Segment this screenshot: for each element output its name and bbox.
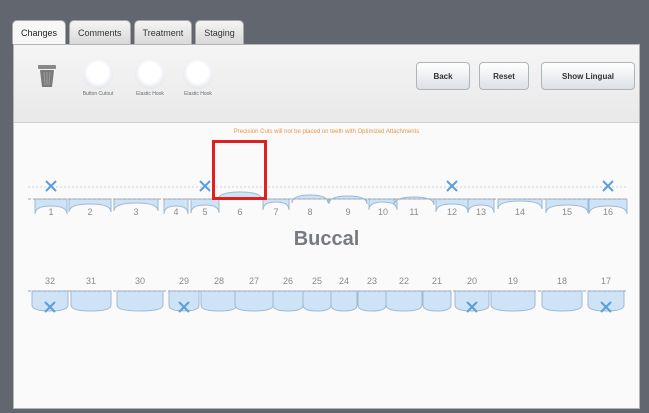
upper-tooth[interactable]: 3 — [113, 198, 159, 217]
lower-tooth[interactable]: 23 — [357, 276, 387, 312]
lower-tooth[interactable]: 31 — [70, 276, 112, 312]
tooth-number: 24 — [339, 276, 349, 286]
upper-tooth[interactable]: 11 — [393, 196, 435, 217]
tooth-number: 23 — [367, 276, 377, 286]
tooth-number: 31 — [86, 276, 96, 286]
tab-staging[interactable]: Staging — [195, 20, 244, 44]
attachment-x-icon — [602, 180, 614, 192]
tab-treatment[interactable]: Treatment — [133, 20, 193, 44]
tooth-number: 18 — [557, 276, 567, 286]
lower-tooth[interactable]: 27 — [234, 276, 274, 312]
upper-tooth[interactable]: 7 — [262, 198, 290, 217]
tooth-number: 8 — [307, 207, 312, 217]
tooth-crown — [541, 290, 583, 312]
tooth-crown — [200, 290, 238, 312]
lower-tooth[interactable]: 30 — [116, 276, 164, 312]
lower-tooth[interactable]: 19 — [490, 276, 536, 312]
changes-panel: Button Cutout Elastic Hook Elastic Hook … — [13, 44, 640, 409]
tooth-number: 16 — [603, 207, 613, 217]
selected-tooth-highlight — [212, 140, 267, 200]
tooth-number: 29 — [179, 276, 189, 286]
tab-comments[interactable]: Comments — [69, 20, 131, 44]
teeth-diagram: 1 2 3 4 5 6 7 8 9 10 11 12 13 14 15 16 32 31 30 29 28 27 26 25… — [28, 180, 628, 313]
lower-tooth[interactable]: 18 — [541, 276, 583, 312]
upper-tooth[interactable]: 10 — [368, 198, 398, 217]
tooth-number: 3 — [133, 207, 138, 217]
tab-bar: Changes Comments Treatment Staging — [12, 20, 244, 44]
tooth-crown — [357, 290, 387, 312]
upper-arch: 1 2 3 4 5 6 7 8 9 10 11 12 13 14 15 16 — [28, 180, 628, 217]
lower-tooth[interactable]: 17 — [587, 276, 625, 313]
tooth-crown — [490, 290, 536, 312]
lower-arch: 32 31 30 29 28 27 26 25 24 23 22 21 20 19 18 17 — [28, 276, 626, 313]
tooth-number: 5 — [202, 207, 207, 217]
lower-tooth[interactable]: 26 — [272, 276, 304, 312]
tooth-number: 2 — [87, 207, 92, 217]
tooth-number: 28 — [214, 276, 224, 286]
tooth-number: 15 — [562, 207, 572, 217]
attachment-x-icon — [45, 180, 57, 192]
tooth-number: 10 — [378, 207, 388, 217]
tooth-number: 12 — [447, 207, 457, 217]
upper-tooth[interactable]: 15 — [545, 198, 589, 217]
tooth-number: 4 — [173, 207, 178, 217]
lower-tooth[interactable]: 28 — [200, 276, 238, 312]
tooth-number: 25 — [312, 276, 322, 286]
tooth-number: 14 — [515, 207, 525, 217]
tooth-number: 19 — [508, 276, 518, 286]
tooth-crown — [393, 196, 435, 206]
view-label: Buccal — [293, 228, 360, 250]
tooth-number: 1 — [48, 207, 53, 217]
tooth-crown — [328, 195, 368, 205]
tooth-number: 22 — [399, 276, 409, 286]
lower-tooth[interactable]: 22 — [385, 276, 423, 312]
attachment-x-icon — [446, 180, 458, 192]
tooth-crown — [234, 290, 274, 312]
upper-tooth[interactable]: 13 — [467, 198, 495, 217]
tooth-number: 20 — [467, 276, 477, 286]
upper-tooth[interactable]: 4 — [163, 198, 189, 217]
tooth-number: 27 — [249, 276, 259, 286]
lower-tooth[interactable]: 24 — [330, 276, 358, 312]
tooth-number: 32 — [45, 276, 55, 286]
upper-tooth[interactable]: 2 — [68, 198, 112, 217]
lower-tooth[interactable]: 21 — [422, 276, 452, 312]
tooth-number: 7 — [273, 207, 278, 217]
lower-tooth[interactable]: 32 — [31, 276, 69, 313]
lower-tooth[interactable]: 25 — [302, 276, 332, 312]
tooth-crown — [70, 290, 112, 312]
tooth-number: 21 — [432, 276, 442, 286]
lower-tooth[interactable]: 20 — [454, 276, 490, 313]
attachment-x-icon — [199, 180, 211, 192]
tooth-crown — [302, 290, 332, 312]
tab-changes[interactable]: Changes — [12, 20, 67, 44]
tooth-number: 11 — [409, 207, 418, 217]
tooth-crown — [116, 290, 164, 312]
tooth-crown — [422, 290, 452, 312]
tooth-crown — [272, 290, 304, 312]
tooth-crown — [385, 290, 423, 312]
upper-tooth[interactable]: 14 — [497, 198, 543, 217]
tooth-number: 26 — [283, 276, 293, 286]
tooth-number: 30 — [135, 276, 145, 286]
tooth-crown — [330, 290, 358, 312]
tooth-number: 9 — [345, 207, 350, 217]
tooth-number: 13 — [476, 207, 486, 217]
upper-tooth[interactable]: 8 — [291, 194, 329, 217]
lower-tooth[interactable]: 29 — [168, 276, 200, 313]
tooth-number: 6 — [237, 207, 242, 217]
tooth-number: 17 — [601, 276, 611, 286]
